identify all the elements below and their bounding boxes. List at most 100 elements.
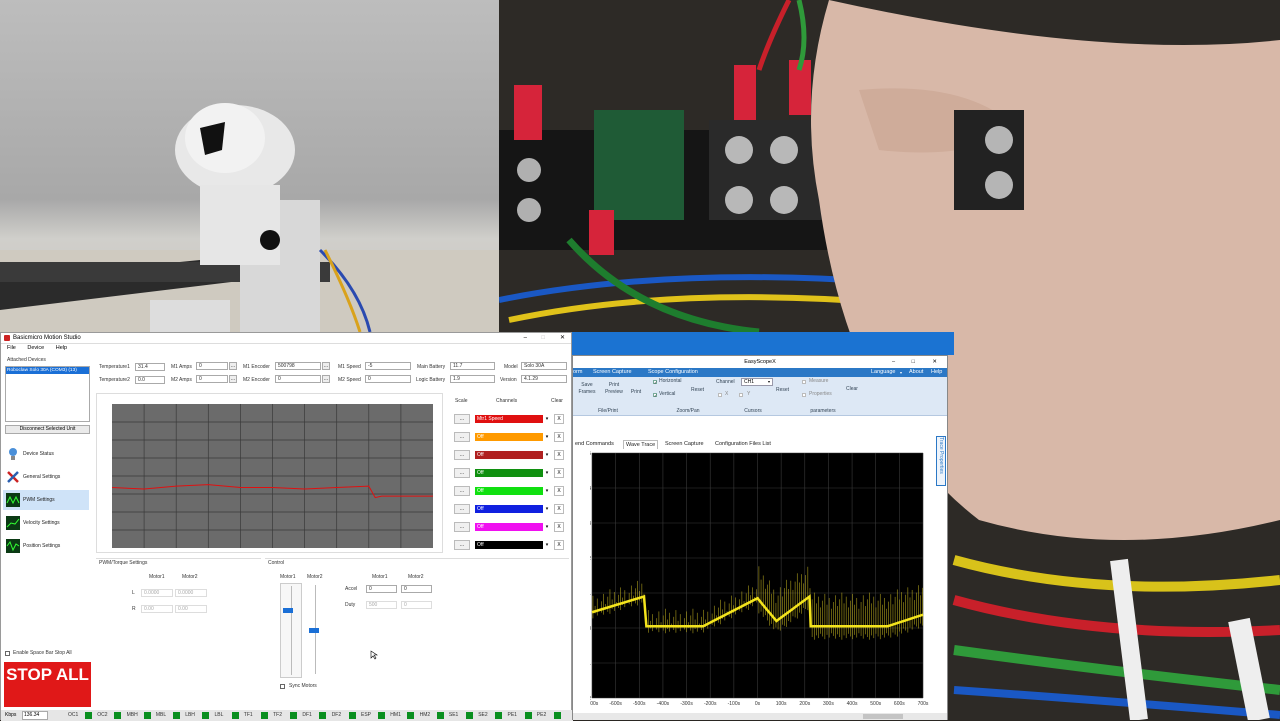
scope-horizontal-scrollbar[interactable]	[573, 713, 947, 720]
channel-scale-button[interactable]: ...	[454, 432, 470, 442]
m1-encoder-reset-button[interactable]: ...	[322, 362, 330, 370]
pwm-r-motor1-input[interactable]: 0.00	[141, 605, 173, 613]
channel-clear-button[interactable]: X	[554, 486, 564, 496]
tab-config-files[interactable]: Configuration Files List	[715, 440, 771, 449]
channel-select[interactable]: Off	[475, 487, 543, 495]
m2-encoder-reset-button[interactable]: ...	[322, 375, 330, 383]
status-led	[465, 712, 473, 719]
measure-checkbox[interactable]	[802, 380, 806, 384]
channel-select[interactable]: Mtr1 Speed	[475, 415, 543, 423]
language-dropdown-icon[interactable]: ▾	[900, 368, 902, 377]
ribbon-tab-screen-capture[interactable]: Screen Capture	[593, 368, 632, 377]
menu-help[interactable]: Help	[56, 345, 67, 351]
tab-send-commands[interactable]: end Commands	[575, 440, 614, 449]
channel-row: ... Off ▾ X	[454, 486, 564, 496]
channel-scale-button[interactable]: ...	[454, 486, 470, 496]
scope-y-tick-label: 5	[590, 451, 591, 457]
channel-select[interactable]: Off	[475, 505, 543, 513]
sync-motors-checkbox[interactable]	[280, 684, 285, 689]
motor1-slider[interactable]	[280, 583, 302, 678]
ribbon-tab-form[interactable]: orm	[573, 368, 582, 377]
pwm-l-motor1-input[interactable]: 0.0000	[141, 589, 173, 597]
channel-clear-button[interactable]: X	[554, 450, 564, 460]
params-clear-button[interactable]: Clear	[846, 386, 858, 392]
device-list[interactable]: Roboclaw Solo 30A (COM3) (13)	[5, 366, 90, 422]
print-preview-button[interactable]: Print Preview	[601, 382, 627, 396]
motor2-slider-thumb[interactable]	[309, 628, 319, 633]
disconnect-button[interactable]: Disconnect Selected Unit	[5, 425, 90, 434]
trace-properties-side-tab[interactable]: Trace Properties	[936, 436, 946, 486]
vertical-checkbox[interactable]: ✓	[653, 393, 657, 398]
m1-amps-reset-button[interactable]: ...	[229, 362, 237, 370]
channel-scale-button[interactable]: ...	[454, 450, 470, 460]
duty-motor2-input[interactable]: 0	[401, 601, 432, 609]
tab-screen-capture[interactable]: Screen Capture	[665, 440, 704, 449]
scrollbar-thumb[interactable]	[863, 714, 903, 719]
channel-scale-button[interactable]: ...	[454, 504, 470, 514]
ribbon-about[interactable]: About	[909, 368, 923, 377]
channel-clear-button[interactable]: X	[554, 522, 564, 532]
chevron-down-icon[interactable]: ▾	[543, 541, 551, 549]
channel-clear-button[interactable]: X	[554, 432, 564, 442]
channel-select[interactable]: Off	[475, 523, 543, 531]
pwm-l-motor2-input[interactable]: 0.0000	[175, 589, 207, 597]
close-icon[interactable]: ✕	[560, 333, 565, 344]
save-frames-button[interactable]: Save Frames	[578, 382, 596, 396]
maximize-icon[interactable]: □	[541, 333, 545, 344]
status-led	[172, 712, 180, 719]
print-button[interactable]: Print	[628, 389, 644, 395]
chevron-down-icon[interactable]: ▾	[543, 523, 551, 531]
chevron-down-icon[interactable]: ▾	[543, 487, 551, 495]
channel-select[interactable]: Off	[475, 433, 543, 441]
cursor-y-checkbox[interactable]	[739, 393, 743, 397]
channel-clear-button[interactable]: X	[554, 504, 564, 514]
scope-maximize-icon[interactable]: □	[912, 356, 915, 368]
channel-scale-button[interactable]: ...	[454, 540, 470, 550]
motor2-slider[interactable]	[309, 583, 323, 678]
channel-scale-button[interactable]: ...	[454, 414, 470, 424]
cursor-x-checkbox[interactable]	[718, 393, 722, 397]
nav-velocity-settings[interactable]: Velocity Settings	[3, 513, 89, 533]
chevron-down-icon[interactable]: ▾	[543, 469, 551, 477]
nav-general-settings[interactable]: General Settings	[3, 467, 89, 487]
chevron-down-icon[interactable]: ▾	[543, 451, 551, 459]
chevron-down-icon[interactable]: ▾	[543, 433, 551, 441]
zoom-reset-button[interactable]: Reset	[691, 387, 704, 393]
stop-all-button[interactable]: STOP ALL	[4, 662, 91, 707]
scope-minimize-icon[interactable]: –	[892, 356, 895, 368]
accel-motor2-input[interactable]: 0	[401, 585, 432, 593]
duty-motor1-input[interactable]: 500	[366, 601, 397, 609]
nav-position-settings[interactable]: Position Settings	[3, 536, 89, 556]
channel-select[interactable]: CH1 ▾	[741, 378, 773, 386]
chevron-down-icon[interactable]: ▾	[543, 415, 551, 423]
nav-device-status[interactable]: Device Status	[3, 444, 89, 464]
pwm-r-motor2-input[interactable]: 0.00	[175, 605, 207, 613]
cursor-reset-button[interactable]: Reset	[776, 387, 789, 393]
accel-motor1-input[interactable]: 0	[366, 585, 397, 593]
minimize-icon[interactable]: –	[524, 333, 527, 344]
channel-scale-button[interactable]: ...	[454, 522, 470, 532]
properties-checkbox[interactable]	[802, 393, 806, 397]
channel-clear-button[interactable]: X	[554, 414, 564, 424]
sync-motors-label: Sync Motors	[289, 683, 317, 689]
channel-clear-button[interactable]: X	[554, 540, 564, 550]
menu-file[interactable]: File	[7, 345, 16, 351]
menu-device[interactable]: Device	[27, 345, 44, 351]
m2-amps-reset-button[interactable]: ...	[229, 375, 237, 383]
chevron-down-icon[interactable]: ▾	[543, 505, 551, 513]
device-list-item[interactable]: Roboclaw Solo 30A (COM3) (13)	[6, 367, 89, 374]
horizontal-checkbox[interactable]: ✓	[653, 380, 657, 385]
space-stop-checkbox[interactable]	[5, 651, 10, 656]
scope-close-icon[interactable]: ✕	[932, 356, 937, 368]
ribbon-help[interactable]: Help	[931, 368, 942, 377]
nav-pwm-settings[interactable]: PWM Settings	[3, 490, 89, 510]
channel-select[interactable]: Off	[475, 451, 543, 459]
channel-clear-button[interactable]: X	[554, 468, 564, 478]
channel-scale-button[interactable]: ...	[454, 468, 470, 478]
channel-select[interactable]: Off	[475, 541, 543, 549]
ribbon-language[interactable]: Language	[871, 368, 895, 377]
ribbon-tab-scope-config[interactable]: Scope Configuration	[648, 368, 698, 377]
motor1-slider-thumb[interactable]	[283, 608, 293, 613]
tab-wave-trace[interactable]: Wave Trace	[623, 440, 659, 449]
channel-select[interactable]: Off	[475, 469, 543, 477]
